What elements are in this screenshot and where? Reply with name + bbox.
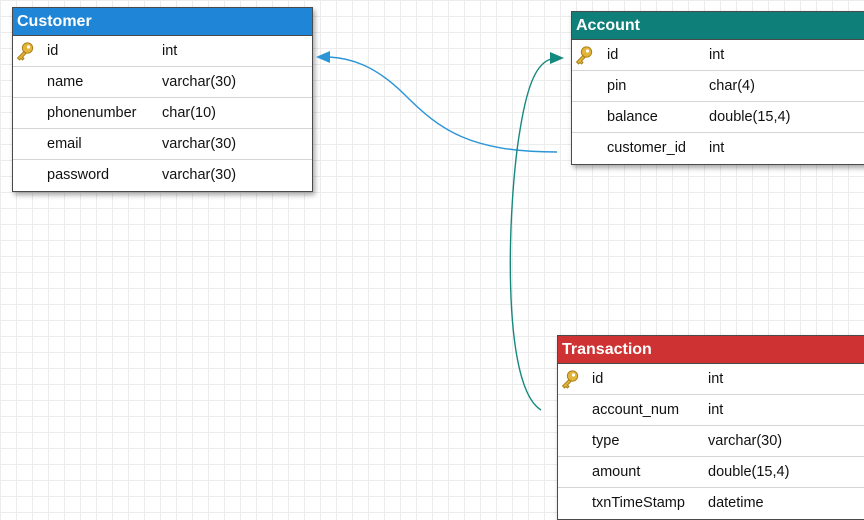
column-type: varchar(30) <box>708 433 783 449</box>
column-name: password <box>47 167 110 183</box>
table-row[interactable]: type varchar(30) <box>558 426 864 457</box>
key-icon <box>560 369 580 389</box>
column-name: id <box>592 371 604 387</box>
column-type: varchar(30) <box>162 74 237 90</box>
column-type: int <box>162 43 178 59</box>
relation-transaction-account-line[interactable] <box>509 58 552 411</box>
key-icon <box>574 45 594 65</box>
column-type: char(10) <box>162 105 216 121</box>
column-name: txnTimeStamp <box>592 495 685 511</box>
column-type: int <box>709 140 725 156</box>
table-transaction[interactable]: Transaction id int account_num int type … <box>557 335 864 520</box>
table-customer[interactable]: Customer id int name varchar(30) phonenu… <box>12 7 313 192</box>
diagram-canvas[interactable]: Customer id int name varchar(30) phonenu… <box>0 0 864 520</box>
table-row[interactable]: balance double(15,4) <box>572 102 864 133</box>
column-type: double(15,4) <box>708 464 790 480</box>
column-name: type <box>592 433 620 449</box>
column-type: datetime <box>708 495 764 511</box>
column-type: varchar(30) <box>162 167 237 183</box>
column-type: int <box>709 47 725 63</box>
column-name: phonenumber <box>47 105 137 121</box>
column-type: double(15,4) <box>709 109 791 125</box>
column-name: account_num <box>592 402 680 418</box>
table-row[interactable]: amount double(15,4) <box>558 457 864 488</box>
table-row[interactable]: txnTimeStamp datetime <box>558 488 864 519</box>
table-account[interactable]: Account id int pin char(4) balance doubl… <box>571 11 864 165</box>
column-name: amount <box>592 464 641 480</box>
table-title[interactable]: Customer <box>13 8 312 36</box>
column-name: email <box>47 136 82 152</box>
column-type: varchar(30) <box>162 136 237 152</box>
table-row[interactable]: customer_id int <box>572 133 864 164</box>
relation-arrowhead-icon <box>316 51 330 63</box>
column-name: name <box>47 74 84 90</box>
table-row[interactable]: pin char(4) <box>572 71 864 102</box>
table-row[interactable]: name varchar(30) <box>13 67 312 98</box>
column-type: int <box>708 371 724 387</box>
relation-account-customer-line[interactable] <box>328 56 558 153</box>
column-name: id <box>47 43 59 59</box>
table-title[interactable]: Transaction <box>558 336 864 364</box>
table-row[interactable]: phonenumber char(10) <box>13 98 312 129</box>
relation-arrowhead-icon <box>550 52 564 64</box>
column-name: customer_id <box>607 140 686 156</box>
table-row[interactable]: password varchar(30) <box>13 160 312 191</box>
column-type: int <box>708 402 724 418</box>
table-row[interactable]: id int <box>558 364 864 395</box>
column-name: pin <box>607 78 627 94</box>
table-row[interactable]: email varchar(30) <box>13 129 312 160</box>
column-name: id <box>607 47 619 63</box>
table-row[interactable]: id int <box>13 36 312 67</box>
table-row[interactable]: account_num int <box>558 395 864 426</box>
key-icon <box>15 41 35 61</box>
table-title[interactable]: Account <box>572 12 864 40</box>
column-name: balance <box>607 109 658 125</box>
table-row[interactable]: id int <box>572 40 864 71</box>
column-type: char(4) <box>709 78 755 94</box>
